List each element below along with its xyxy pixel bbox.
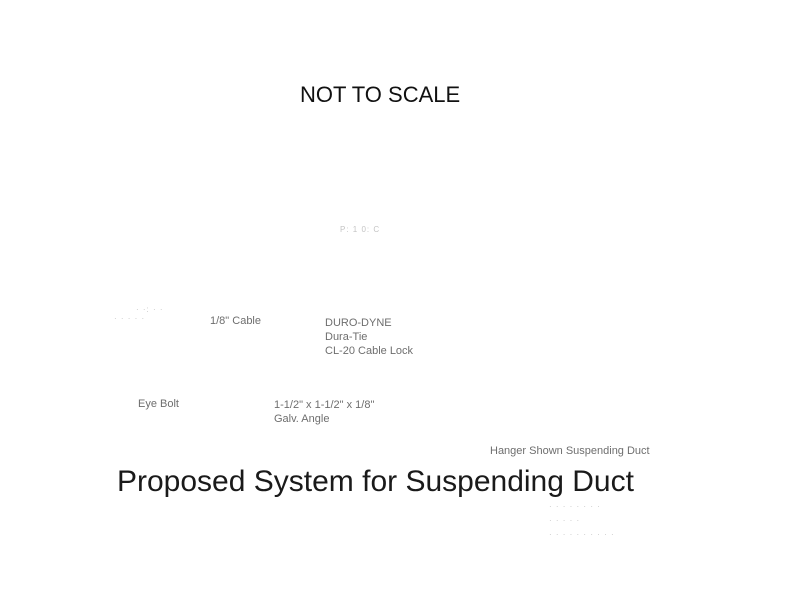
scale-note: NOT TO SCALE xyxy=(300,82,461,107)
title-block-line-2: · · · · · xyxy=(549,516,581,525)
product-label: Dura-Tie xyxy=(325,331,368,343)
cable-lock-callout: DURO-DYNE Dura-Tie CL-20 Cable Lock xyxy=(325,316,413,358)
hanger-note: Hanger Shown Suspending Duct xyxy=(490,445,650,457)
left-callout-fragment-1: · ·: · · xyxy=(136,305,164,314)
cable-lock-label: CL-20 Cable Lock xyxy=(325,345,414,357)
title-block-line-1: · · · · · · · · xyxy=(549,502,601,511)
angle-size-label: 1-1/2" x 1-1/2" x 1/8" xyxy=(274,399,375,411)
brand-label: DURO-DYNE xyxy=(325,317,392,329)
angle-callout: 1-1/2" x 1-1/2" x 1/8" Galv. Angle xyxy=(274,398,374,426)
drawing-title: Proposed System for Suspending Duct xyxy=(117,465,634,498)
cable-callout: 1/8" Cable xyxy=(210,315,261,327)
left-callout-fragment-2: · · · · · xyxy=(114,314,146,323)
top-callout-fragment: P: 1 0: C xyxy=(340,225,381,234)
title-block-line-3: · · · · · · · · · · xyxy=(549,530,615,539)
eye-bolt-callout: Eye Bolt xyxy=(138,398,179,410)
angle-type-label: Galv. Angle xyxy=(274,413,330,425)
